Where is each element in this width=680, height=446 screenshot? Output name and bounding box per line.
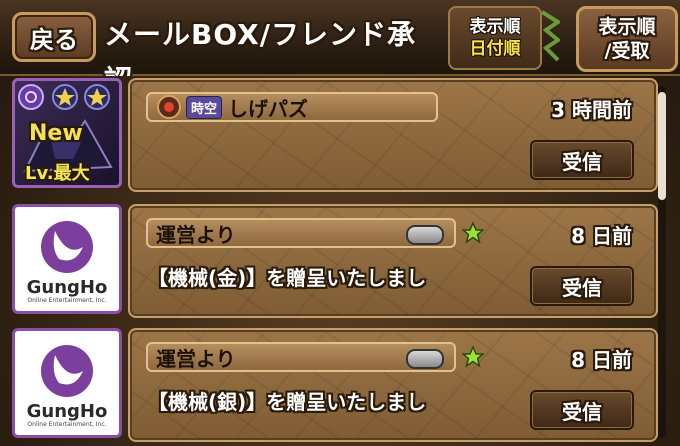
mail-panel: 時空 しげパズ 3 時間前 受信 bbox=[128, 78, 658, 192]
scrollbar[interactable] bbox=[658, 86, 666, 438]
time-ago-number: 3 bbox=[551, 98, 566, 122]
back-button-label: 戻る bbox=[30, 25, 78, 54]
star-icon bbox=[462, 346, 484, 368]
sort-order-label: 表示順 bbox=[469, 17, 521, 37]
gungho-logo-text: GungHo bbox=[26, 277, 108, 298]
header-bar: 戻る メールBOX/フレンド承認 表示順 日付順 表示順 /受取 bbox=[0, 0, 680, 97]
display-order-receive-button[interactable]: 表示順 /受取 bbox=[576, 6, 678, 72]
mail-row[interactable]: New Lv.最大 時空 しげパズ 3 時間前 受信 bbox=[12, 78, 658, 192]
sort-order-value: 日付順 bbox=[469, 39, 521, 59]
time-ago-unit: 時間前 bbox=[572, 98, 632, 122]
sort-order-button[interactable]: 表示順 日付順 bbox=[448, 6, 542, 70]
star-icon bbox=[462, 222, 484, 244]
gungho-logo-text: GungHo bbox=[26, 401, 108, 422]
status-pill-icon bbox=[406, 225, 444, 245]
ornament-icon bbox=[540, 10, 560, 62]
sender-name: 運営より bbox=[156, 222, 236, 247]
gungho-logo-icon bbox=[41, 221, 93, 273]
new-label: New bbox=[29, 121, 83, 146]
mail-panel: 運営より 8 日前 【機械(金)】を贈呈いたしまし 受信 bbox=[128, 204, 658, 318]
sender-avatar: GungHo Online Entertainment, Inc. bbox=[12, 204, 122, 314]
mail-row[interactable]: GungHo Online Entertainment, Inc. 運営より 8… bbox=[12, 328, 658, 442]
status-pill-icon bbox=[406, 349, 444, 369]
friend-avatar[interactable]: New Lv.最大 bbox=[12, 78, 122, 188]
receive-button-line2: /受取 bbox=[604, 40, 650, 62]
time-ago-unit: 日前 bbox=[592, 224, 632, 248]
mail-message: 【機械(金)】を贈呈いたしまし bbox=[148, 266, 427, 290]
mail-panel: 運営より 8 日前 【機械(銀)】を贈呈いたしまし 受信 bbox=[128, 328, 658, 442]
accept-button[interactable]: 受信 bbox=[530, 140, 634, 180]
accept-button[interactable]: 受信 bbox=[530, 266, 634, 306]
level-label: Lv.最大 bbox=[25, 163, 90, 184]
scrollbar-thumb[interactable] bbox=[658, 92, 666, 200]
gungho-logo-icon bbox=[41, 345, 93, 397]
time-ago-unit: 日前 bbox=[592, 348, 632, 372]
time-ago-number: 8 bbox=[571, 224, 586, 248]
mail-message: 【機械(銀)】を贈呈いたしまし bbox=[148, 390, 427, 414]
rank-emblem-icon bbox=[157, 95, 181, 119]
time-ago-number: 8 bbox=[571, 348, 586, 372]
sender-box: 時空 しげパズ bbox=[146, 92, 438, 122]
accept-button[interactable]: 受信 bbox=[530, 390, 634, 430]
dungeon-badge: 時空 bbox=[186, 95, 223, 119]
sender-name: 運営より bbox=[156, 346, 236, 371]
mail-row[interactable]: GungHo Online Entertainment, Inc. 運営より 8… bbox=[12, 204, 658, 318]
time-ago: 8 日前 bbox=[571, 344, 632, 373]
gungho-logo-subtext: Online Entertainment, Inc. bbox=[27, 297, 107, 304]
sender-avatar: GungHo Online Entertainment, Inc. bbox=[12, 328, 122, 438]
time-ago: 3 時間前 bbox=[551, 94, 632, 123]
page-title: メールBOX/フレンド承認 bbox=[104, 18, 416, 97]
receive-button-line1: 表示順 bbox=[598, 16, 656, 38]
sender-name: しげパズ bbox=[228, 96, 309, 121]
back-button[interactable]: 戻る bbox=[12, 12, 96, 62]
time-ago: 8 日前 bbox=[571, 220, 632, 249]
mail-list[interactable]: New Lv.最大 時空 しげパズ 3 時間前 受信 GungHo Online… bbox=[0, 76, 680, 446]
gungho-logo-subtext: Online Entertainment, Inc. bbox=[27, 421, 107, 428]
